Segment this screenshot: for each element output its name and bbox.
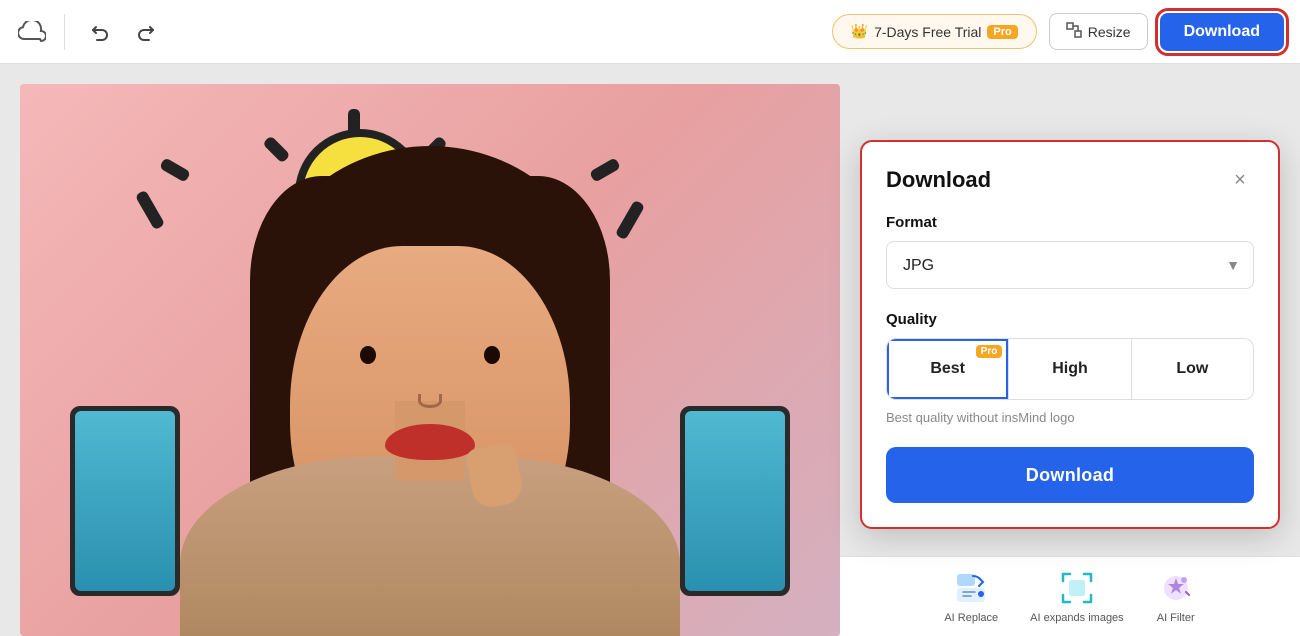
toolbar-divider	[64, 14, 65, 50]
format-select-container: JPG PNG WEBP ▼	[886, 241, 1254, 289]
quality-high-button[interactable]: High	[1009, 339, 1131, 399]
tool-ai-expands[interactable]: AI expands images	[1030, 568, 1124, 625]
ai-filter-label: AI Filter	[1157, 612, 1195, 625]
format-label: Format	[886, 214, 1254, 231]
ai-replace-label: AI Replace	[944, 612, 998, 625]
undo-button[interactable]	[81, 14, 117, 50]
ai-replace-icon	[951, 568, 991, 608]
quality-label: Quality	[886, 311, 1254, 328]
download-header-button[interactable]: Download	[1160, 13, 1284, 51]
resize-icon	[1066, 22, 1082, 41]
trial-button[interactable]: 👑 7-Days Free Trial Pro	[832, 14, 1037, 49]
format-section: Format JPG PNG WEBP ▼	[886, 214, 1254, 289]
tool-ai-replace[interactable]: AI Replace	[944, 568, 998, 625]
panel-header: Download ×	[886, 166, 1254, 194]
ai-expands-icon	[1057, 568, 1097, 608]
quality-low-button[interactable]: Low	[1132, 339, 1253, 399]
download-panel: Download × Format JPG PNG WEBP ▼ Quality…	[860, 140, 1280, 529]
toolbar: 👑 7-Days Free Trial Pro Resize Download	[0, 0, 1300, 64]
pro-badge: Pro	[987, 25, 1017, 39]
canvas-background	[20, 84, 840, 636]
toolbar-right: 👑 7-Days Free Trial Pro Resize Download	[832, 13, 1284, 51]
download-button[interactable]: Download	[886, 447, 1254, 503]
format-select[interactable]: JPG PNG WEBP	[886, 241, 1254, 289]
toolbar-left	[16, 14, 832, 50]
resize-label: Resize	[1088, 24, 1131, 40]
quality-button-group: Pro Best High Low	[886, 338, 1254, 400]
panel-title: Download	[886, 167, 991, 193]
trial-text: 7-Days Free Trial	[874, 24, 981, 40]
main-canvas-image	[20, 84, 840, 636]
canvas-area: Download × Format JPG PNG WEBP ▼ Quality…	[0, 64, 1300, 636]
tablet-right	[680, 406, 790, 596]
redo-button[interactable]	[129, 14, 165, 50]
quality-high-label: High	[1052, 360, 1088, 377]
tablet-left	[70, 406, 180, 596]
quality-low-label: Low	[1176, 360, 1208, 377]
quality-best-button[interactable]: Pro Best	[887, 339, 1009, 399]
bottom-toolbar: AI Replace AI expands images	[840, 556, 1300, 636]
quality-section: Quality Pro Best High Low Best quality w…	[886, 311, 1254, 425]
quality-hint: Best quality without insMind logo	[886, 410, 1254, 425]
quality-best-label: Best	[930, 360, 965, 377]
dash-decoration	[135, 190, 165, 231]
close-button[interactable]: ×	[1226, 166, 1254, 194]
resize-button[interactable]: Resize	[1049, 13, 1148, 50]
ai-filter-icon	[1156, 568, 1196, 608]
pro-badge: Pro	[976, 345, 1003, 358]
person-image	[180, 146, 680, 636]
tool-ai-filter[interactable]: AI Filter	[1156, 568, 1196, 625]
cloud-icon	[16, 16, 48, 48]
ai-expands-label: AI expands images	[1030, 612, 1124, 625]
crown-icon: 👑	[851, 23, 868, 40]
